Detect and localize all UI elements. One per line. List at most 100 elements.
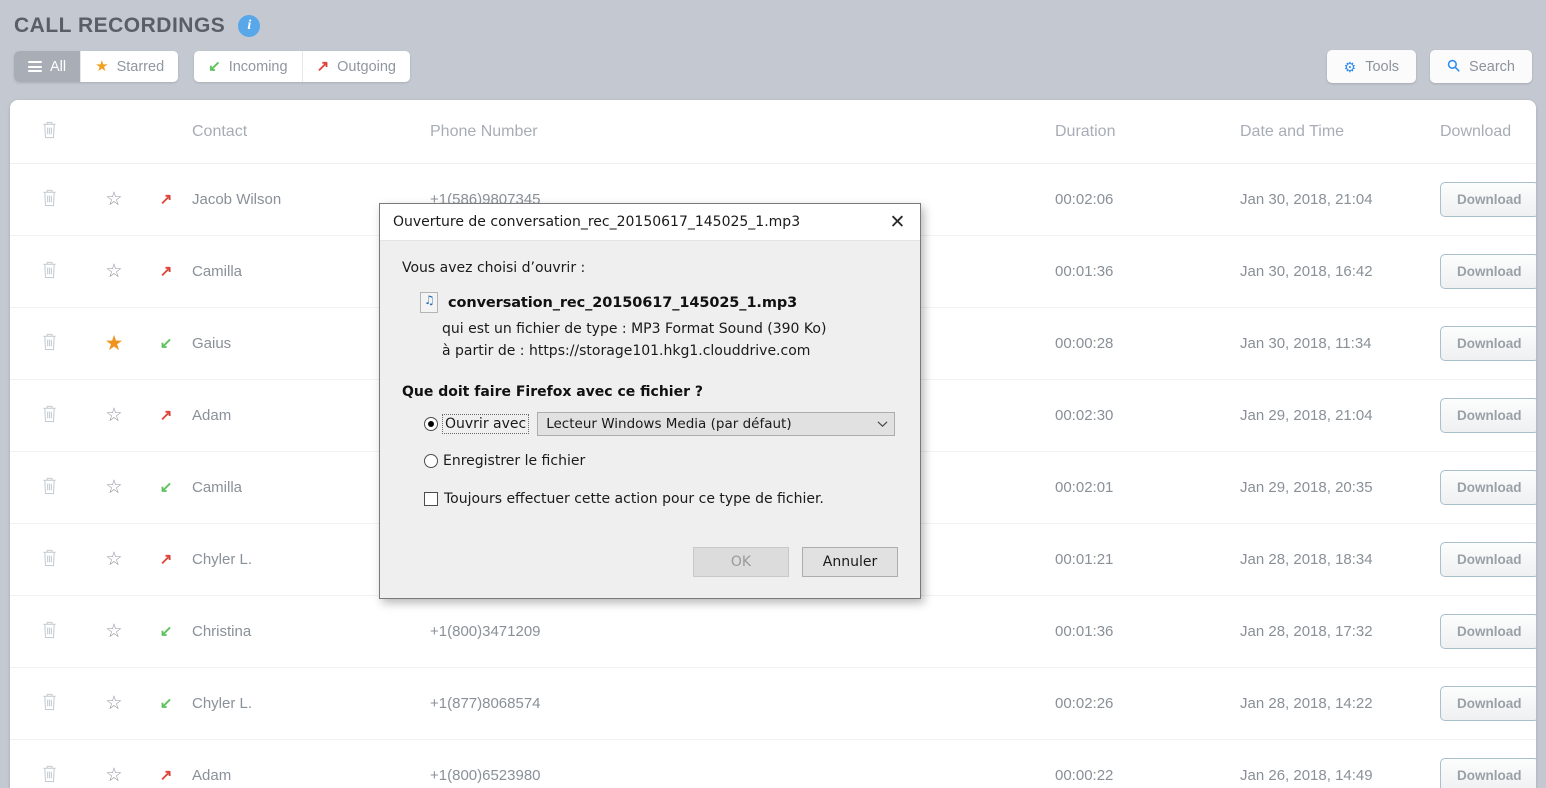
download-button[interactable]: Download <box>1440 182 1536 217</box>
star-outline-icon[interactable]: ☆ <box>105 621 122 642</box>
row-duration: 00:02:01 <box>1055 451 1240 524</box>
row-duration: 00:01:36 <box>1055 595 1240 668</box>
row-star-cell[interactable]: ☆ <box>88 451 140 524</box>
table-row[interactable]: ☆ ↗ Adam +1(800)6523980 00:00:22 Jan 26, 2018… <box>10 739 1536 788</box>
download-button[interactable]: Download <box>1440 326 1536 361</box>
trash-icon[interactable] <box>41 692 58 714</box>
row-star-cell[interactable]: ☆ <box>88 739 140 788</box>
trash-icon[interactable] <box>41 764 58 786</box>
filter-group-all-starred: All ★ Starred <box>14 51 179 82</box>
row-delete-cell[interactable] <box>10 667 88 740</box>
download-button[interactable]: Download <box>1440 542 1536 577</box>
file-summary-row: conversation_rec_20150617_145025_1.mp3 <box>420 292 898 313</box>
row-delete-cell[interactable] <box>10 451 88 524</box>
star-outline-icon[interactable]: ☆ <box>105 477 122 498</box>
row-delete-cell[interactable] <box>10 523 88 596</box>
filter-starred-button[interactable]: ★ Starred <box>80 51 179 82</box>
row-datetime: Jan 29, 2018, 21:04 <box>1240 379 1440 452</box>
star-outline-icon[interactable]: ☆ <box>105 261 122 282</box>
table-row[interactable]: ☆ ↙ Chyler L. +1(877)8068574 00:02:26 Jan 28,… <box>10 667 1536 740</box>
trash-icon[interactable] <box>41 120 58 142</box>
gear-icon: ⚙ <box>1343 58 1357 75</box>
filter-outgoing-button[interactable]: ↗ Outgoing <box>301 51 410 82</box>
search-button[interactable]: Search <box>1430 50 1532 83</box>
trash-icon[interactable] <box>41 476 58 498</box>
header-contact: Contact <box>192 100 430 164</box>
arrow-incoming-icon: ↙ <box>208 58 221 75</box>
ok-button[interactable]: OK <box>693 547 789 577</box>
arrow-incoming-icon: ↙ <box>159 479 173 496</box>
trash-icon[interactable] <box>41 260 58 282</box>
trash-icon[interactable] <box>41 548 58 570</box>
open-with-label[interactable]: Ouvrir avec <box>441 414 530 434</box>
download-button[interactable]: Download <box>1440 686 1536 721</box>
info-icon[interactable]: i <box>238 15 261 37</box>
row-direction-cell: ↗ <box>140 235 192 308</box>
row-star-cell[interactable]: ☆ <box>88 235 140 308</box>
trash-icon[interactable] <box>41 188 58 210</box>
download-button[interactable]: Download <box>1440 254 1536 289</box>
row-star-cell[interactable]: ★ <box>88 307 140 380</box>
dialog-title: Ouverture de conversation_rec_20150617_1… <box>393 214 801 230</box>
download-button[interactable]: Download <box>1440 758 1536 788</box>
always-do-this-label[interactable]: Toujours effectuer cette action pour ce … <box>444 491 824 507</box>
save-file-label[interactable]: Enregistrer le fichier <box>443 453 585 469</box>
chevron-down-icon <box>877 418 888 431</box>
row-download-cell: Download <box>1440 595 1536 668</box>
arrow-incoming-icon: ↙ <box>159 335 173 352</box>
star-filled-icon[interactable]: ★ <box>105 332 124 355</box>
row-download-cell: Download <box>1440 307 1536 380</box>
row-star-cell[interactable]: ☆ <box>88 379 140 452</box>
open-with-app-value: Lecteur Windows Media (par défaut) <box>546 416 792 432</box>
row-star-cell[interactable]: ☆ <box>88 667 140 740</box>
open-with-app-select[interactable]: Lecteur Windows Media (par défaut) <box>537 412 896 436</box>
star-outline-icon[interactable]: ☆ <box>105 693 122 714</box>
header-direction <box>140 100 192 164</box>
star-outline-icon[interactable]: ☆ <box>105 765 122 786</box>
download-button[interactable]: Download <box>1440 614 1536 649</box>
tools-button[interactable]: ⚙ Tools <box>1326 50 1417 83</box>
hamburger-icon <box>28 59 42 75</box>
row-star-cell[interactable]: ☆ <box>88 595 140 668</box>
row-direction-cell: ↗ <box>140 163 192 236</box>
trash-icon[interactable] <box>41 404 58 426</box>
header-delete-all[interactable] <box>10 100 88 164</box>
row-direction-cell: ↙ <box>140 307 192 380</box>
row-delete-cell[interactable] <box>10 595 88 668</box>
row-contact: Christina <box>192 595 430 668</box>
filter-incoming-button[interactable]: ↙ Incoming <box>194 51 302 82</box>
row-download-cell: Download <box>1440 163 1536 236</box>
row-direction-cell: ↗ <box>140 739 192 788</box>
star-outline-icon[interactable]: ☆ <box>105 405 122 426</box>
star-outline-icon[interactable]: ☆ <box>105 189 122 210</box>
search-icon <box>1447 59 1460 74</box>
row-delete-cell[interactable] <box>10 235 88 308</box>
always-do-this-checkbox[interactable] <box>424 492 438 506</box>
row-star-cell[interactable]: ☆ <box>88 523 140 596</box>
row-delete-cell[interactable] <box>10 739 88 788</box>
download-button[interactable]: Download <box>1440 398 1536 433</box>
star-outline-icon[interactable]: ☆ <box>105 549 122 570</box>
table-header: Contact Phone Number Duration Date and T… <box>10 100 1536 164</box>
table-row[interactable]: ☆ ↙ Christina +1(800)3471209 00:01:36 Jan 28,… <box>10 595 1536 668</box>
save-file-radio[interactable] <box>424 454 438 468</box>
row-delete-cell[interactable] <box>10 163 88 236</box>
row-datetime: Jan 28, 2018, 18:34 <box>1240 523 1440 596</box>
row-phone: +1(877)8068574 <box>430 667 1055 740</box>
filter-all-button[interactable]: All <box>14 51 81 82</box>
row-delete-cell[interactable] <box>10 379 88 452</box>
trash-icon[interactable] <box>41 332 58 354</box>
row-datetime: Jan 29, 2018, 20:35 <box>1240 451 1440 524</box>
row-star-cell[interactable]: ☆ <box>88 163 140 236</box>
close-icon[interactable]: ✕ <box>875 204 920 240</box>
open-with-row: Ouvrir avec Lecteur Windows Media (par d… <box>424 412 898 436</box>
cancel-button[interactable]: Annuler <box>802 547 898 577</box>
arrow-outgoing-icon: ↗ <box>159 263 173 280</box>
download-button[interactable]: Download <box>1440 470 1536 505</box>
arrow-incoming-icon: ↙ <box>159 623 173 640</box>
page-title: CALL RECORDINGS <box>14 14 226 37</box>
row-delete-cell[interactable] <box>10 307 88 380</box>
trash-icon[interactable] <box>41 620 58 642</box>
open-with-radio[interactable] <box>424 417 438 431</box>
page-header: CALL RECORDINGS i <box>0 0 1546 38</box>
